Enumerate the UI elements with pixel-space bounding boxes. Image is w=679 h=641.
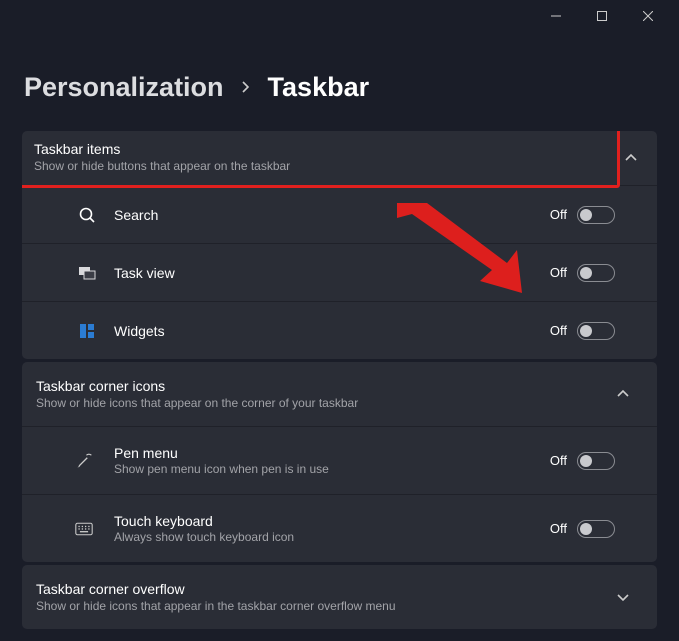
toggle-state: Off <box>550 207 567 222</box>
row-desc: Always show touch keyboard icon <box>114 530 550 544</box>
toggle-state: Off <box>550 453 567 468</box>
toggle-search[interactable] <box>577 206 615 224</box>
section-header-corner-icons[interactable]: Taskbar corner icons Show or hide icons … <box>22 362 657 426</box>
row-widgets: Widgets Off <box>22 301 657 359</box>
section-desc: Show or hide icons that appear in the ta… <box>36 599 609 613</box>
section-header-taskbar-items[interactable]: Taskbar items Show or hide buttons that … <box>22 131 657 185</box>
section-corner-icons: Taskbar corner icons Show or hide icons … <box>22 362 657 562</box>
toggle-widgets[interactable] <box>577 322 615 340</box>
section-corner-overflow: Taskbar corner overflow Show or hide ico… <box>22 565 657 629</box>
row-pen-menu: Pen menu Show pen menu icon when pen is … <box>22 426 657 494</box>
breadcrumb: Personalization Taskbar <box>22 72 657 103</box>
section-taskbar-items: Taskbar items Show or hide buttons that … <box>22 131 657 359</box>
section-title: Taskbar items <box>34 141 605 157</box>
widgets-icon <box>78 322 96 340</box>
pen-menu-icon <box>75 452 93 470</box>
toggle-task-view[interactable] <box>577 264 615 282</box>
row-task-view: Task view Off <box>22 243 657 301</box>
maximize-button[interactable] <box>579 0 625 32</box>
search-icon <box>78 206 96 224</box>
row-title: Touch keyboard <box>114 513 550 529</box>
row-search: Search Off <box>22 185 657 243</box>
toggle-state: Off <box>550 265 567 280</box>
chevron-down-icon <box>609 583 637 611</box>
breadcrumb-parent[interactable]: Personalization <box>24 72 224 103</box>
toggle-state: Off <box>550 521 567 536</box>
chevron-up-icon <box>609 380 637 408</box>
row-label: Task view <box>114 265 550 281</box>
task-view-icon <box>78 264 96 282</box>
chevron-right-icon <box>240 76 252 99</box>
section-desc: Show or hide buttons that appear on the … <box>34 159 605 173</box>
section-header-corner-overflow[interactable]: Taskbar corner overflow Show or hide ico… <box>22 565 657 629</box>
close-button[interactable] <box>625 0 671 32</box>
section-title: Taskbar corner icons <box>36 378 609 394</box>
row-desc: Show pen menu icon when pen is in use <box>114 462 550 476</box>
touch-keyboard-icon <box>75 520 93 538</box>
section-desc: Show or hide icons that appear on the co… <box>36 396 609 410</box>
toggle-pen-menu[interactable] <box>577 452 615 470</box>
page-title: Taskbar <box>268 72 370 103</box>
row-label: Widgets <box>114 323 550 339</box>
row-label: Search <box>114 207 550 223</box>
row-title: Pen menu <box>114 445 550 461</box>
window-titlebar <box>0 0 679 32</box>
section-title: Taskbar corner overflow <box>36 581 609 597</box>
toggle-state: Off <box>550 323 567 338</box>
chevron-up-icon <box>617 144 645 172</box>
minimize-button[interactable] <box>533 0 579 32</box>
row-touch-keyboard: Touch keyboard Always show touch keyboar… <box>22 494 657 562</box>
toggle-touch-keyboard[interactable] <box>577 520 615 538</box>
